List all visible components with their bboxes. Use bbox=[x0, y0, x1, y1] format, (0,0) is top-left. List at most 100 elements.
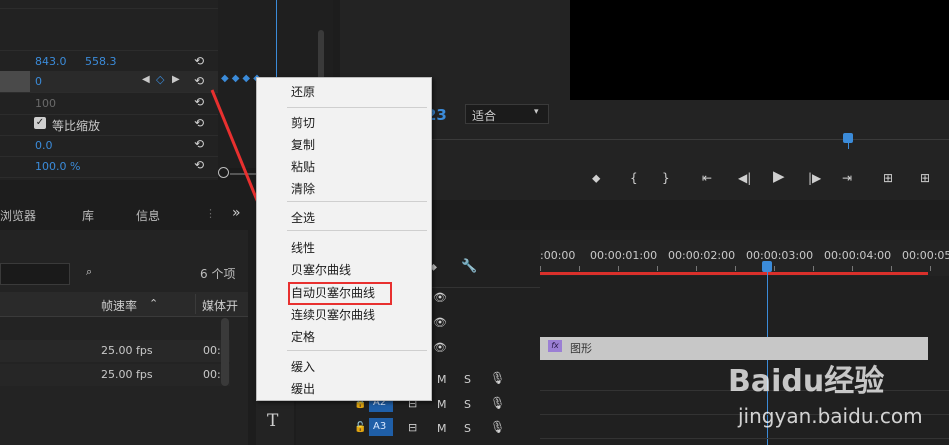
mute-button[interactable]: M bbox=[437, 373, 447, 386]
track-divider bbox=[540, 438, 949, 439]
find-icon[interactable]: ⌕ bbox=[86, 265, 92, 279]
track-target-a3[interactable]: A3 bbox=[369, 418, 393, 436]
table-row[interactable]: 25.00 fps 00: bbox=[0, 364, 230, 386]
track-name: A3 bbox=[373, 421, 387, 432]
mic-icon[interactable]: 🎙 bbox=[490, 420, 505, 434]
fx-badge-icon: fx bbox=[548, 340, 562, 352]
eye-icon[interactable]: 👁 bbox=[433, 316, 447, 329]
fit-select[interactable]: 适合 ▾ bbox=[465, 104, 549, 124]
rotation-value[interactable]: 0.0 bbox=[35, 139, 53, 152]
go-to-in-icon[interactable]: ⇤ bbox=[702, 172, 712, 184]
effect-controls-panel: 843.0 558.3 0 ◀ ◇ ▶ 100 ✓ 等比缩放 0.0 100.0… bbox=[0, 0, 218, 180]
position-x-value[interactable]: 843.0 bbox=[35, 55, 67, 68]
eye-icon[interactable]: 👁 bbox=[433, 341, 447, 354]
menu-item-clear[interactable]: 清除 bbox=[291, 180, 315, 197]
ec-row-position: 843.0 558.3 bbox=[0, 51, 218, 73]
ec-row-top bbox=[0, 0, 218, 9]
ec-row-scale-width: 100 bbox=[0, 93, 218, 115]
menu-item-cut[interactable]: 剪切 bbox=[291, 114, 315, 131]
ec-row-rotation: 0.0 bbox=[0, 135, 218, 157]
row-media: 00: bbox=[203, 344, 221, 357]
ruler-label: 00:00:01:00 bbox=[590, 249, 658, 262]
ec-row-anchor: 100.0 % bbox=[0, 156, 218, 178]
menu-item-hold[interactable]: 定格 bbox=[291, 328, 315, 345]
position-y-value[interactable]: 558.3 bbox=[85, 55, 117, 68]
menu-item-paste[interactable]: 粘贴 bbox=[291, 158, 315, 175]
table-row[interactable]: 25.00 fps 00: bbox=[0, 340, 230, 362]
scale-value[interactable]: 0 bbox=[35, 75, 42, 88]
solo-button[interactable]: S bbox=[464, 422, 471, 435]
ruler-label: :00:00 bbox=[540, 249, 576, 262]
mark-out-icon[interactable]: } bbox=[662, 172, 670, 184]
extract-icon[interactable]: ⊞ bbox=[920, 172, 930, 184]
mic-icon[interactable]: 🎙 bbox=[490, 396, 505, 410]
ruler-label: 00:00:02:00 bbox=[668, 249, 736, 262]
watermark-url: jingyan.baidu.com bbox=[738, 404, 923, 428]
go-to-out-icon[interactable]: ⇥ bbox=[842, 172, 852, 184]
keyframe-context-menu: 还原 剪切 复制 粘贴 清除 全选 线性 贝塞尔曲线 自动贝塞尔曲线 连续贝塞尔… bbox=[256, 77, 432, 401]
project-scrollbar[interactable] bbox=[221, 318, 229, 386]
wrench-icon[interactable]: 🔧 bbox=[461, 259, 477, 274]
watermark-brand: Baidu经验 bbox=[728, 364, 885, 399]
next-keyframe-icon[interactable]: ▶ bbox=[172, 74, 180, 85]
uniform-scale-checkbox[interactable]: ✓ bbox=[34, 117, 46, 129]
uniform-scale-label: 等比缩放 bbox=[52, 119, 101, 133]
project-search-input[interactable] bbox=[0, 263, 70, 285]
timeline-playhead[interactable] bbox=[762, 261, 772, 272]
ec-row-scale: 0 ◀ ◇ ▶ bbox=[0, 71, 218, 93]
program-playhead-line bbox=[848, 143, 849, 149]
add-keyframe-icon[interactable]: ◇ bbox=[156, 73, 164, 86]
program-ruler[interactable] bbox=[430, 139, 949, 140]
ruler-label: 00:00:05:0 bbox=[902, 249, 949, 262]
col-divider[interactable] bbox=[195, 294, 196, 314]
menu-separator bbox=[287, 107, 427, 108]
baidu-watermark: Baidu经验 bbox=[728, 354, 943, 399]
menu-item-undo[interactable]: 还原 bbox=[291, 83, 315, 100]
mark-in-icon[interactable]: { bbox=[630, 172, 638, 184]
ruler-ticks bbox=[540, 266, 949, 271]
tab-libraries[interactable]: 库 bbox=[82, 207, 94, 224]
menu-item-linear[interactable]: 线性 bbox=[291, 239, 315, 256]
ruler-label: 00:00:03:00 bbox=[746, 249, 814, 262]
col-framerate[interactable]: 帧速率 bbox=[101, 297, 137, 314]
menu-item-ease-out[interactable]: 缓出 bbox=[291, 380, 315, 397]
opacity-value[interactable]: 100.0 % bbox=[35, 160, 80, 173]
menu-item-select-all[interactable]: 全选 bbox=[291, 209, 315, 226]
ruler-label: 00:00:04:00 bbox=[824, 249, 892, 262]
step-back-icon[interactable]: ◀| bbox=[738, 172, 751, 184]
step-forward-icon[interactable]: |▶ bbox=[808, 172, 821, 184]
menu-item-ease-in[interactable]: 缓入 bbox=[291, 358, 315, 375]
lock-icon[interactable]: 🔓 bbox=[354, 422, 366, 433]
solo-button[interactable]: S bbox=[464, 398, 471, 411]
prev-keyframe-icon[interactable]: ◀ bbox=[142, 74, 150, 85]
mic-icon[interactable]: 🎙 bbox=[490, 371, 505, 385]
marker-icon[interactable]: ⬥ bbox=[592, 172, 600, 184]
type-tool-icon[interactable]: T bbox=[267, 411, 278, 431]
eye-icon[interactable]: 👁 bbox=[433, 291, 447, 304]
sync-lock-icon[interactable]: ⊟ bbox=[408, 421, 417, 434]
row-framerate: 25.00 fps bbox=[101, 368, 153, 381]
play-icon[interactable]: ▶ bbox=[773, 169, 785, 184]
mute-button[interactable]: M bbox=[437, 398, 447, 411]
lift-icon[interactable]: ⊞ bbox=[883, 172, 893, 184]
clip-label: 图形 bbox=[570, 342, 592, 355]
tab-info[interactable]: 信息 bbox=[136, 207, 160, 224]
sort-up-icon[interactable]: ⌃ bbox=[149, 297, 158, 310]
scale-width-value: 100 bbox=[35, 97, 56, 110]
menu-item-auto-bezier[interactable]: 自动贝塞尔曲线 bbox=[291, 284, 375, 301]
solo-button[interactable]: S bbox=[464, 373, 471, 386]
row-framerate: 25.00 fps bbox=[101, 344, 153, 357]
menu-item-copy[interactable]: 复制 bbox=[291, 136, 315, 153]
tab-media-browser[interactable]: 浏览器 bbox=[0, 207, 36, 224]
menu-item-bezier[interactable]: 贝塞尔曲线 bbox=[291, 261, 351, 278]
ec-row-header bbox=[0, 29, 218, 51]
reset-icon[interactable]: ⟲ bbox=[194, 55, 206, 67]
menu-separator bbox=[287, 230, 427, 231]
program-playhead[interactable] bbox=[843, 133, 853, 143]
menu-separator bbox=[287, 201, 427, 202]
work-area-bar[interactable] bbox=[540, 272, 928, 275]
ec-row-uniform: ✓ 等比缩放 bbox=[0, 114, 218, 136]
mute-button[interactable]: M bbox=[437, 422, 447, 435]
row-selected-marker bbox=[0, 71, 30, 92]
menu-item-continuous-bezier[interactable]: 连续贝塞尔曲线 bbox=[291, 306, 375, 323]
